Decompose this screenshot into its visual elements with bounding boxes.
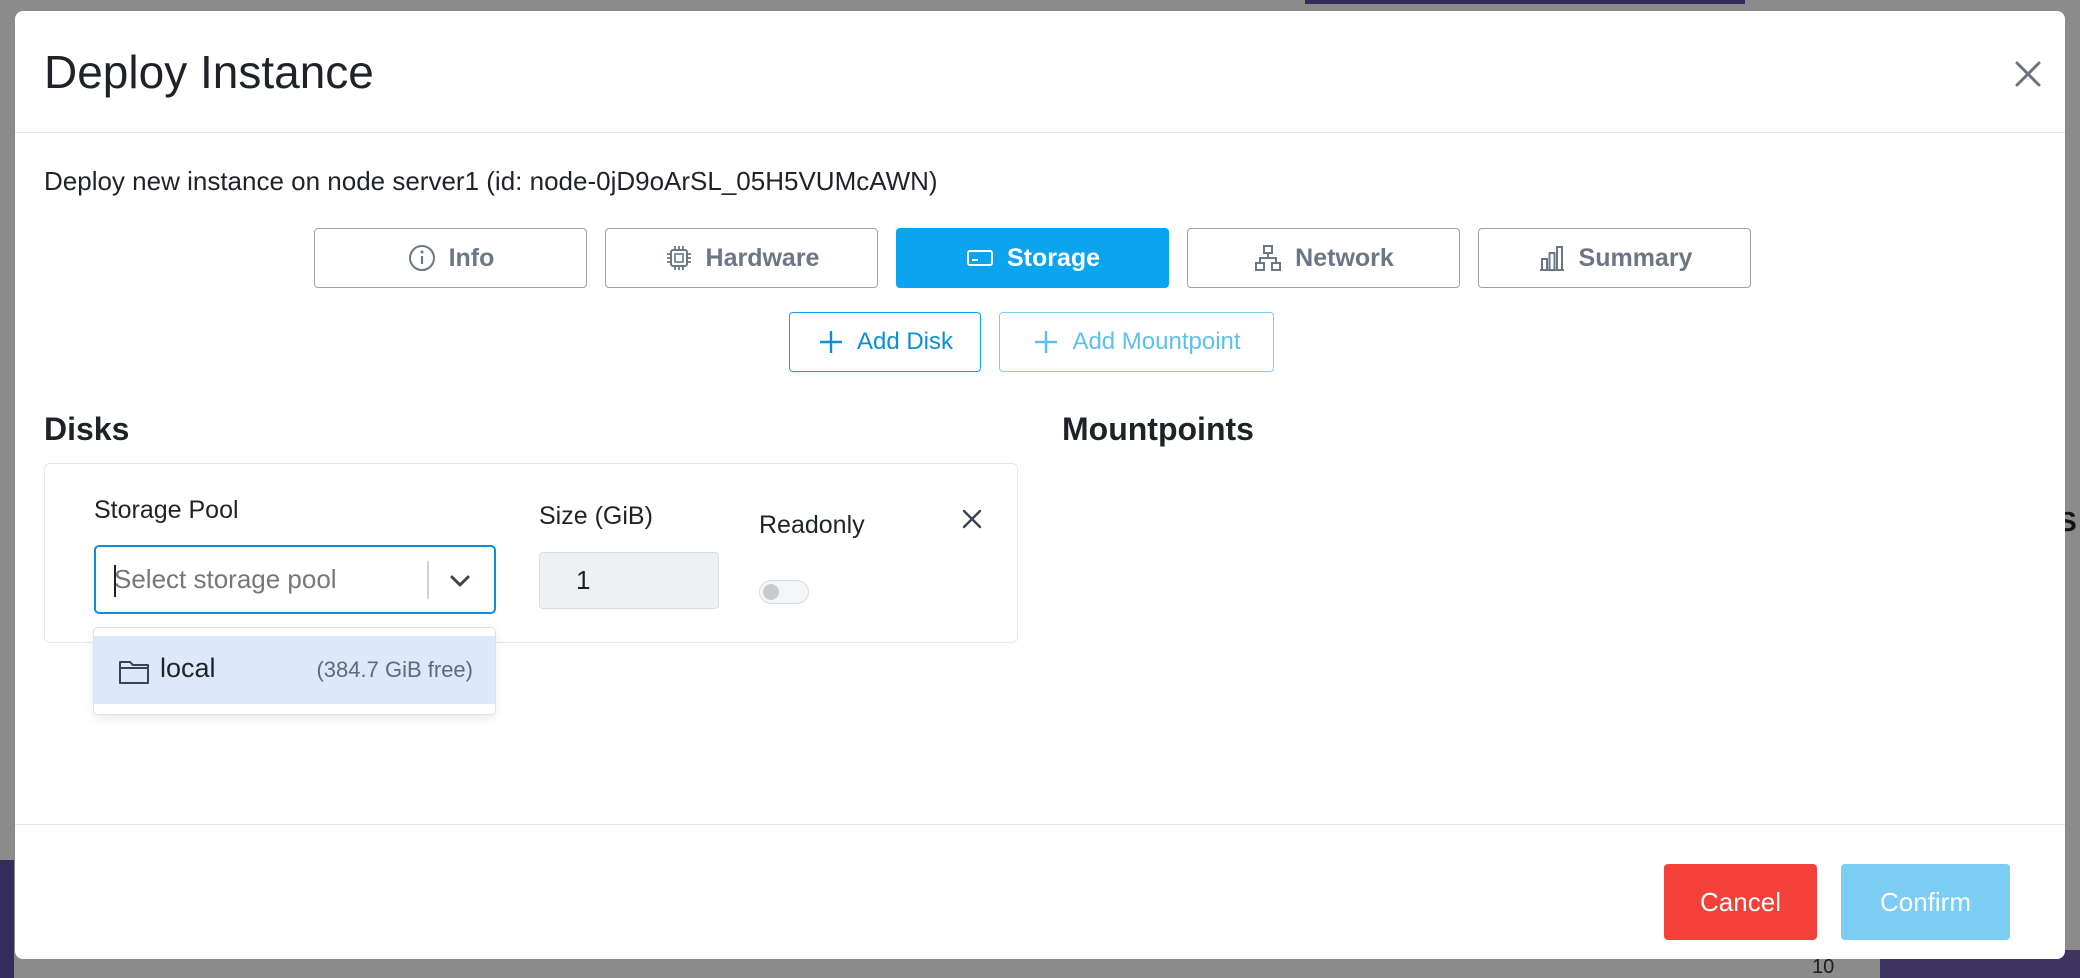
- storage-pool-label: Storage Pool: [94, 496, 239, 524]
- storage-pool-dropdown: local (384.7 GiB free): [93, 627, 496, 715]
- readonly-toggle[interactable]: [759, 580, 809, 604]
- tab-info[interactable]: Info: [314, 228, 587, 288]
- text-caret: [114, 565, 116, 597]
- select-divider: [427, 561, 429, 599]
- size-input[interactable]: [539, 552, 719, 609]
- deploy-instance-modal: Deploy Instance Deploy new instance on n…: [15, 11, 2065, 959]
- tab-label: Info: [448, 243, 495, 272]
- add-mountpoint-button[interactable]: Add Mountpoint: [999, 312, 1274, 372]
- tab-summary[interactable]: Summary: [1478, 228, 1751, 288]
- modal-header: Deploy Instance: [15, 11, 2065, 133]
- option-free-space: (384.7 GiB free): [316, 657, 473, 682]
- bar-chart-icon: [1539, 246, 1564, 271]
- tab-label: Storage: [1006, 243, 1101, 272]
- tab-label: Summary: [1578, 243, 1693, 272]
- drive-icon: [966, 250, 993, 266]
- option-label: local: [160, 653, 216, 683]
- mountpoints-heading: Mountpoints: [1062, 411, 1254, 447]
- add-disk-button[interactable]: Add Disk: [789, 312, 981, 372]
- storage-pool-input[interactable]: [114, 559, 414, 599]
- tab-storage[interactable]: Storage: [896, 228, 1169, 288]
- readonly-label: Readonly: [759, 511, 865, 539]
- tab-network[interactable]: Network: [1187, 228, 1460, 288]
- tab-hardware[interactable]: Hardware: [605, 228, 878, 288]
- remove-disk-icon[interactable]: [957, 504, 987, 534]
- info-icon: [408, 245, 435, 271]
- confirm-button[interactable]: Confirm: [1841, 864, 2010, 940]
- add-mountpoint-label: Add Mountpoint: [1072, 328, 1241, 355]
- cancel-button[interactable]: Cancel: [1664, 864, 1817, 940]
- cpu-icon: [666, 246, 691, 270]
- folder-icon: [119, 661, 149, 684]
- close-icon[interactable]: [2008, 54, 2048, 94]
- toggle-knob: [763, 584, 779, 600]
- disks-heading: Disks: [44, 411, 130, 447]
- disk-card: Storage Pool Size (GiB) Readonly: [44, 463, 1018, 643]
- tab-label: Network: [1295, 243, 1394, 272]
- modal-subtitle: Deploy new instance on node server1 (id:…: [44, 166, 938, 196]
- add-disk-label: Add Disk: [856, 328, 954, 355]
- network-icon: [1255, 245, 1282, 271]
- storage-pool-select[interactable]: [94, 545, 496, 614]
- plus-icon: [819, 331, 842, 353]
- size-label: Size (GiB): [539, 502, 653, 530]
- storage-pool-option[interactable]: local (384.7 GiB free): [94, 636, 495, 704]
- tab-label: Hardware: [705, 243, 820, 272]
- plus-icon: [1035, 331, 1058, 353]
- chevron-down-icon[interactable]: [444, 565, 476, 597]
- modal-title: Deploy Instance: [44, 46, 374, 98]
